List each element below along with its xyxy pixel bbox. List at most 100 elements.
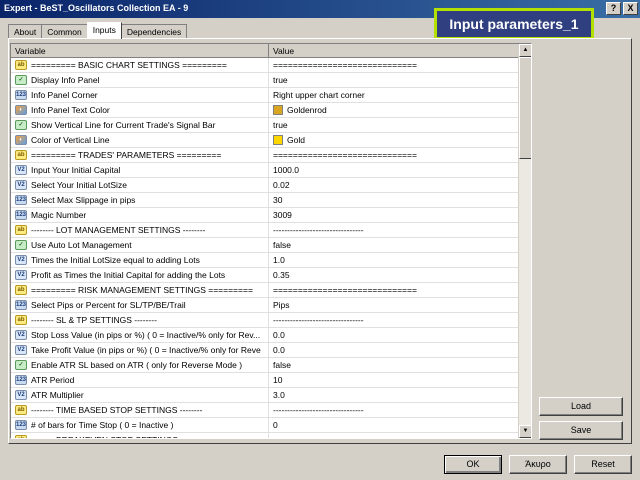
param-value-cell[interactable]: 0.35 — [269, 268, 519, 282]
param-value-cell[interactable]: 3.0 — [269, 388, 519, 402]
save-button[interactable]: Save — [539, 421, 623, 440]
param-row[interactable]: V2 Times the Initial LotSize equal to add… — [11, 253, 519, 268]
param-value-cell[interactable]: 0.0 — [269, 328, 519, 342]
param-row[interactable]: V2 Stop Loss Value (in pips or %) ( 0 = I… — [11, 328, 519, 343]
header-variable[interactable]: Variable — [11, 44, 269, 57]
ok-button[interactable]: OK — [444, 455, 502, 474]
param-value-cell[interactable]: -------------------------------- — [269, 313, 519, 327]
param-variable-cell[interactable]: 123 # of bars for Time Stop ( 0 = Inactiv… — [11, 418, 269, 432]
help-button[interactable]: ? — [606, 2, 621, 15]
param-variable-cell[interactable]: ✓ Enable ATR SL based on ATR ( only for R… — [11, 358, 269, 372]
param-row[interactable]: ab -------- SL & TP SETTINGS -------- ----… — [11, 313, 519, 328]
param-value-cell[interactable]: 30 — [269, 193, 519, 207]
param-variable-cell[interactable]: ab ========= TRADES' PARAMETERS ========= — [11, 148, 269, 162]
param-variable-cell[interactable]: 123 Magic Number — [11, 208, 269, 222]
param-variable-cell[interactable]: ✓ Use Auto Lot Management — [11, 238, 269, 252]
param-row[interactable]: 123 ATR Period 10 — [11, 373, 519, 388]
param-row[interactable]: ◐ Info Panel Text Color Goldenrod — [11, 103, 519, 118]
param-variable-cell[interactable]: ◐ Info Panel Text Color — [11, 103, 269, 117]
param-variable-cell[interactable]: 123 Info Panel Corner — [11, 88, 269, 102]
param-variable-cell[interactable]: ab ========= RISK MANAGEMENT SETTINGS ===… — [11, 283, 269, 297]
param-variable-cell[interactable]: V2 Stop Loss Value (in pips or %) ( 0 = I… — [11, 328, 269, 342]
tab-dependencies[interactable]: Dependencies — [120, 24, 188, 39]
tab-common[interactable]: Common — [41, 24, 88, 39]
param-variable-cell[interactable]: ab -------- LOT MANAGEMENT SETTINGS -----… — [11, 223, 269, 237]
param-row[interactable]: ab -------- TIME BASED STOP SETTINGS ----… — [11, 403, 519, 418]
param-value-cell[interactable]: 0.0 — [269, 343, 519, 357]
param-value-cell[interactable]: 10 — [269, 373, 519, 387]
param-row[interactable]: 123 # of bars for Time Stop ( 0 = Inactiv… — [11, 418, 519, 433]
param-value-cell[interactable]: 0 — [269, 418, 519, 432]
param-value-cell[interactable]: true — [269, 73, 519, 87]
param-value-cell[interactable]: Gold — [269, 133, 519, 147]
scroll-up-arrow-icon[interactable]: ▲ — [519, 44, 531, 57]
load-button[interactable]: Load — [539, 397, 623, 416]
scroll-down-arrow-icon[interactable]: ▼ — [519, 425, 531, 438]
param-value-cell[interactable] — [269, 433, 519, 438]
param-variable-cell[interactable]: V2 Times the Initial LotSize equal to add… — [11, 253, 269, 267]
param-variable-cell[interactable]: ab ========= BASIC CHART SETTINGS =======… — [11, 58, 269, 72]
param-variable-cell[interactable]: V2 Input Your Initial Capital — [11, 163, 269, 177]
param-value-cell[interactable]: ============================= — [269, 58, 519, 72]
tab-about[interactable]: About — [8, 24, 43, 39]
param-row[interactable]: 123 Select Pips or Percent for SL/TP/BE/T… — [11, 298, 519, 313]
param-row[interactable]: ✓ Show Vertical Line for Current Trade's … — [11, 118, 519, 133]
param-variable-cell[interactable]: ✓ Show Vertical Line for Current Trade's … — [11, 118, 269, 132]
param-row[interactable]: ✓ Use Auto Lot Management false — [11, 238, 519, 253]
scroll-thumb[interactable] — [519, 57, 531, 159]
param-row[interactable]: V2 Input Your Initial Capital 1000.0 — [11, 163, 519, 178]
close-button[interactable]: X — [623, 2, 638, 15]
param-row[interactable]: 123 Info Panel Corner Right upper chart co… — [11, 88, 519, 103]
double-param-icon: V2 — [15, 390, 27, 400]
param-value-cell[interactable]: 3009 — [269, 208, 519, 222]
param-variable-cell[interactable]: V2 Take Profit Value (in pips or %) ( 0 =… — [11, 343, 269, 357]
param-value-cell[interactable]: 0.02 — [269, 178, 519, 192]
param-variable-cell[interactable]: ab -------- SL & TP SETTINGS -------- — [11, 313, 269, 327]
param-variable-cell[interactable]: 123 Select Max Slippage in pips — [11, 193, 269, 207]
param-row[interactable]: V2 ATR Multiplier 3.0 — [11, 388, 519, 403]
color-swatch[interactable] — [273, 135, 283, 145]
param-value: 0 — [273, 420, 278, 430]
param-value-cell[interactable]: -------------------------------- — [269, 223, 519, 237]
vertical-scrollbar[interactable]: ▲ ▼ — [518, 44, 531, 438]
param-value-cell[interactable]: 1.0 — [269, 253, 519, 267]
param-row[interactable]: ab -------- BREAKEVEN STOP SETTINGS -----… — [11, 433, 519, 438]
param-value-cell[interactable]: Pips — [269, 298, 519, 312]
param-value-cell[interactable]: false — [269, 358, 519, 372]
param-variable-cell[interactable]: 123 Select Pips or Percent for SL/TP/BE/T… — [11, 298, 269, 312]
param-value-cell[interactable]: Right upper chart corner — [269, 88, 519, 102]
param-row[interactable]: V2 Select Your Initial LotSize 0.02 — [11, 178, 519, 193]
param-variable-cell[interactable]: V2 Profit as Times the Initial Capital fo… — [11, 268, 269, 282]
param-row[interactable]: 123 Magic Number 3009 — [11, 208, 519, 223]
param-value-cell[interactable]: true — [269, 118, 519, 132]
param-value-cell[interactable]: ============================= — [269, 148, 519, 162]
param-value-cell[interactable]: 1000.0 — [269, 163, 519, 177]
param-row[interactable]: V2 Profit as Times the Initial Capital fo… — [11, 268, 519, 283]
param-variable-cell[interactable]: V2 ATR Multiplier — [11, 388, 269, 402]
cancel-button[interactable]: Άκυρο — [509, 455, 567, 474]
param-variable-cell[interactable]: ✓ Display Info Panel — [11, 73, 269, 87]
param-value-cell[interactable]: false — [269, 238, 519, 252]
tab-inputs[interactable]: Inputs — [86, 22, 122, 39]
param-row[interactable]: ab ========= BASIC CHART SETTINGS =======… — [11, 58, 519, 73]
param-variable-name: Info Panel Text Color — [31, 105, 110, 115]
param-row[interactable]: ✓ Enable ATR SL based on ATR ( only for R… — [11, 358, 519, 373]
param-row[interactable]: 123 Select Max Slippage in pips 30 — [11, 193, 519, 208]
param-value-cell[interactable]: ============================= — [269, 283, 519, 297]
header-value[interactable]: Value — [269, 44, 519, 57]
param-row[interactable]: ✓ Display Info Panel true — [11, 73, 519, 88]
color-swatch[interactable] — [273, 105, 283, 115]
param-value-cell[interactable]: Goldenrod — [269, 103, 519, 117]
param-row[interactable]: ab ========= RISK MANAGEMENT SETTINGS ===… — [11, 283, 519, 298]
reset-button[interactable]: Reset — [574, 455, 632, 474]
param-variable-cell[interactable]: ab -------- BREAKEVEN STOP SETTINGS -----… — [11, 433, 269, 438]
param-row[interactable]: V2 Take Profit Value (in pips or %) ( 0 =… — [11, 343, 519, 358]
param-variable-cell[interactable]: ◐ Color of Vertical Line — [11, 133, 269, 147]
param-row[interactable]: ab ========= TRADES' PARAMETERS =========… — [11, 148, 519, 163]
param-variable-cell[interactable]: 123 ATR Period — [11, 373, 269, 387]
param-variable-cell[interactable]: ab -------- TIME BASED STOP SETTINGS ----… — [11, 403, 269, 417]
param-value-cell[interactable]: -------------------------------- — [269, 403, 519, 417]
param-row[interactable]: ◐ Color of Vertical Line Gold — [11, 133, 519, 148]
param-variable-cell[interactable]: V2 Select Your Initial LotSize — [11, 178, 269, 192]
param-row[interactable]: ab -------- LOT MANAGEMENT SETTINGS -----… — [11, 223, 519, 238]
